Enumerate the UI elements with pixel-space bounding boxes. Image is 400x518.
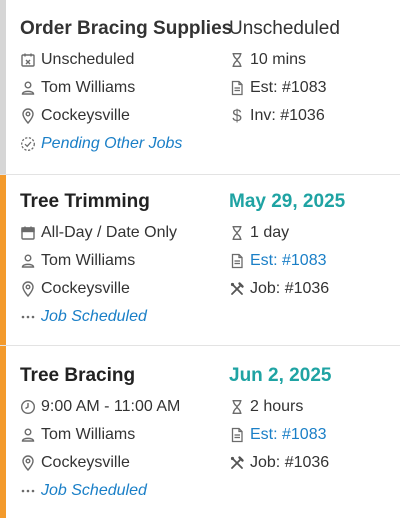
document-icon [229, 79, 245, 97]
dollar-icon: $ [232, 106, 242, 125]
dashed-check-circle-icon [20, 135, 36, 153]
location-text: Cockeysville [41, 454, 130, 471]
document-icon [229, 426, 245, 444]
job-title: Tree Bracing [20, 365, 136, 386]
tools-icon [229, 454, 245, 472]
schedule-row: All-Day / Date Only [20, 221, 177, 245]
map-pin-icon [20, 107, 36, 125]
location-row: Cockeysville [20, 104, 130, 128]
job-status-row[interactable]: Pending Other Jobs [20, 132, 182, 156]
assignee-name: Tom Williams [41, 79, 136, 96]
assignee-name: Tom Williams [41, 252, 136, 269]
job-status-row[interactable]: Job Scheduled [20, 479, 147, 503]
tools-icon [229, 280, 245, 298]
job-ref: Job: #1036 [250, 454, 330, 471]
hourglass-icon [229, 51, 245, 69]
duration-text: 1 day [250, 224, 290, 241]
job-status-row[interactable]: Job Scheduled [20, 305, 147, 329]
estimate-row[interactable]: Est: #1083 [229, 249, 327, 273]
hourglass-icon [229, 224, 245, 242]
person-icon [20, 252, 36, 270]
estimate-row: Est: #1083 [229, 76, 327, 100]
schedule-row: Unscheduled [20, 48, 134, 72]
invoice-row: $ Inv: #1036 [229, 104, 325, 128]
invoice-ref: Inv: #1036 [250, 107, 325, 124]
job-ref-row: Job: #1036 [229, 277, 329, 301]
location-text: Cockeysville [41, 280, 130, 297]
job-status-link[interactable]: Job Scheduled [41, 308, 147, 326]
location-row: Cockeysville [20, 277, 130, 301]
estimate-ref: Est: #1083 [250, 79, 327, 96]
assignee-row: Tom Williams [20, 423, 135, 447]
hourglass-icon [229, 398, 245, 416]
calendar-icon [20, 224, 36, 242]
job-date: Jun 2, 2025 [229, 365, 332, 386]
map-pin-icon [20, 280, 36, 298]
job-ref: Job: #1036 [250, 280, 330, 297]
estimate-link[interactable]: Est: #1083 [250, 426, 327, 444]
person-icon [20, 79, 36, 97]
job-ref-row: Job: #1036 [229, 451, 329, 475]
status-stripe [0, 175, 6, 345]
assignee-row: Tom Williams [20, 249, 135, 273]
job-card-order-bracing-supplies[interactable]: Order Bracing Supplies Unscheduled Tom W… [0, 0, 400, 174]
document-icon [229, 252, 245, 270]
schedule-status: Unscheduled [229, 18, 340, 39]
schedule-row: 9:00 AM - 11:00 AM [20, 395, 180, 419]
schedule-text: 9:00 AM - 11:00 AM [41, 398, 181, 415]
job-title: Tree Trimming [20, 191, 150, 212]
duration-text: 10 mins [250, 51, 307, 68]
status-stripe [0, 346, 6, 518]
job-card-tree-bracing[interactable]: Tree Bracing 9:00 AM - 11:00 AM Tom Will… [0, 346, 400, 518]
job-status-link[interactable]: Pending Other Jobs [41, 135, 182, 153]
job-title: Order Bracing Supplies [20, 18, 233, 39]
schedule-text: Unscheduled [41, 51, 135, 68]
person-icon [20, 426, 36, 444]
job-date: May 29, 2025 [229, 191, 346, 212]
clock-icon [20, 398, 36, 416]
status-stripe [0, 0, 6, 174]
estimate-row[interactable]: Est: #1083 [229, 423, 327, 447]
duration-row: 2 hours [229, 395, 303, 419]
map-pin-icon [20, 454, 36, 472]
schedule-text: All-Day / Date Only [41, 224, 178, 241]
ellipsis-icon [20, 482, 36, 500]
assignee-name: Tom Williams [41, 426, 136, 443]
ellipsis-icon [20, 308, 36, 326]
estimate-link[interactable]: Est: #1083 [250, 252, 327, 270]
location-row: Cockeysville [20, 451, 130, 475]
duration-row: 10 mins [229, 48, 306, 72]
duration-text: 2 hours [250, 398, 304, 415]
job-card-tree-trimming[interactable]: Tree Trimming All-Day / Date Only Tom Wi… [0, 175, 400, 345]
job-status-link[interactable]: Job Scheduled [41, 482, 147, 500]
location-text: Cockeysville [41, 107, 130, 124]
calendar-x-icon [20, 51, 36, 69]
assignee-row: Tom Williams [20, 76, 135, 100]
duration-row: 1 day [229, 221, 289, 245]
